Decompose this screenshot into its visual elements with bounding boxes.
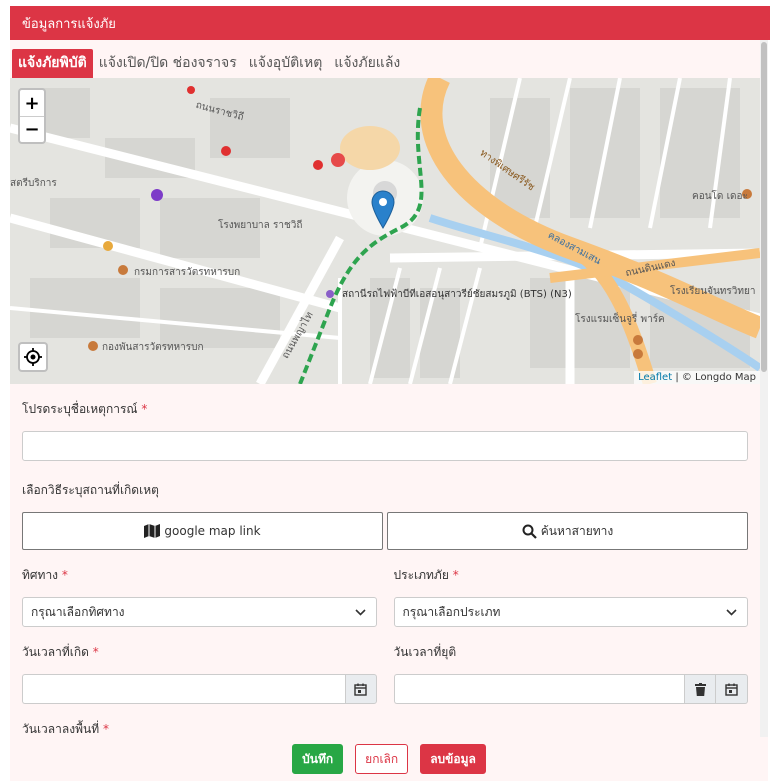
modal-body: แจ้งภัยพิบัติ แจ้งเปิด/ปิด ช่องจราจร แจ้… bbox=[10, 40, 768, 781]
calendar-icon bbox=[725, 683, 738, 696]
end-datetime-group bbox=[393, 674, 748, 704]
tab-bar: แจ้งภัยพิบัติ แจ้งเปิด/ปิด ช่องจราจร แจ้… bbox=[10, 40, 760, 78]
area-datetime-label: วันเวลาลงพื้นที่ * bbox=[22, 722, 109, 736]
tab-lane-open-close[interactable]: แจ้งเปิด/ปิด ช่องจราจร bbox=[93, 49, 243, 78]
scrollbar-thumb[interactable] bbox=[761, 42, 767, 372]
tab-drought[interactable]: แจ้งภัยแล้ง bbox=[328, 49, 406, 78]
map-label-school: โรงเรียนจันทรวิทยา bbox=[670, 286, 756, 297]
zoom-out-button[interactable]: − bbox=[20, 116, 44, 142]
direction-type-row: ทิศทาง * กรุณาเลือกทิศทาง ประเภทภัย * กร… bbox=[22, 550, 748, 627]
map-attribution: Leaflet | © Longdo Map bbox=[634, 371, 760, 384]
locate-me-button[interactable] bbox=[18, 342, 48, 372]
required-mark: * bbox=[61, 568, 68, 582]
map-label-dept: กรมการสารวัตรทหารบก bbox=[134, 267, 241, 278]
search-route-button[interactable]: ค้นหาสายทาง bbox=[387, 512, 748, 550]
google-map-link-button[interactable]: google map link bbox=[22, 512, 383, 550]
map-label-dept2: กองพันสารวัตรทหารบก bbox=[102, 342, 204, 353]
map-view[interactable]: ถนนราชวิถี สตรีบริการ โรงพยาบาล ราชวิถี … bbox=[10, 78, 760, 384]
crosshair-icon bbox=[24, 348, 42, 366]
required-mark: * bbox=[452, 568, 459, 582]
start-datetime-label: วันเวลาที่เกิด * bbox=[22, 645, 99, 659]
clear-end-datetime-button[interactable] bbox=[684, 674, 716, 704]
direction-label: ทิศทาง * bbox=[22, 568, 68, 582]
type-select[interactable]: กรุณาเลือกประเภท bbox=[393, 597, 748, 627]
required-mark: * bbox=[102, 722, 109, 736]
datetime-row: วันเวลาที่เกิด * วันเวลาที่ยุติ bbox=[22, 627, 748, 704]
start-calendar-button[interactable] bbox=[344, 674, 377, 704]
leaflet-link[interactable]: Leaflet bbox=[638, 372, 672, 383]
start-datetime-group bbox=[22, 674, 377, 704]
start-datetime-input[interactable] bbox=[22, 674, 345, 704]
location-method-buttons: google map link ค้นหาสายทาง bbox=[22, 512, 748, 550]
longdo-attribution: | © Longdo Map bbox=[672, 372, 756, 383]
location-method-label: เลือกวิธีระบุสถานที่เกิดเหตุ bbox=[22, 483, 159, 497]
end-datetime-label: วันเวลาที่ยุติ bbox=[393, 645, 457, 659]
required-mark: * bbox=[141, 402, 148, 416]
tab-disaster[interactable]: แจ้งภัยพิบัติ bbox=[12, 49, 93, 78]
map-label-condo: คอนโด เดอะ bbox=[692, 191, 748, 202]
chevron-down-icon bbox=[726, 608, 737, 616]
delete-button[interactable]: ลบข้อมูล bbox=[420, 744, 486, 774]
search-icon bbox=[522, 524, 537, 539]
save-button[interactable]: บันทึก bbox=[292, 744, 344, 774]
type-label: ประเภทภัย * bbox=[393, 568, 459, 582]
end-datetime-input[interactable] bbox=[393, 674, 684, 704]
report-modal: ข้อมูลการแจ้งภัย แจ้งภัยพิบัติ แจ้งเปิด/… bbox=[10, 6, 770, 781]
calendar-icon bbox=[354, 683, 367, 696]
scroll-area[interactable]: แจ้งภัยพิบัติ แจ้งเปิด/ปิด ช่องจราจร แจ้… bbox=[10, 40, 760, 737]
map-label-service: สตรีบริการ bbox=[10, 178, 57, 189]
map-label-hospital: โรงพยาบาล ราชวิถี bbox=[218, 220, 303, 231]
map-label-hotel: โรงแรมเซ็นจูรี่ พาร์ค bbox=[575, 314, 665, 325]
event-name-label: โปรดระบุชื่อเหตุการณ์ * bbox=[22, 402, 148, 416]
cancel-button[interactable]: ยกเลิก bbox=[355, 744, 409, 774]
map-tiles bbox=[10, 78, 760, 384]
end-calendar-button[interactable] bbox=[716, 674, 748, 704]
zoom-control: + − bbox=[18, 88, 46, 144]
vertical-scrollbar[interactable] bbox=[760, 40, 768, 737]
map-label-bts: สถานีรถไฟฟ้าบีทีเอสอนุสาวรีย์ชัยสมรภูมิ … bbox=[342, 289, 572, 300]
trash-icon bbox=[694, 682, 706, 696]
report-form: โปรดระบุชื่อเหตุการณ์ * เลือกวิธีระบุสถา… bbox=[10, 400, 760, 737]
tab-accident[interactable]: แจ้งอุบัติเหตุ bbox=[243, 49, 329, 78]
direction-select[interactable]: กรุณาเลือกทิศทาง bbox=[22, 597, 377, 627]
chevron-down-icon bbox=[354, 608, 366, 616]
modal-title: ข้อมูลการแจ้งภัย bbox=[22, 16, 116, 32]
event-name-input[interactable] bbox=[22, 431, 748, 461]
modal-header: ข้อมูลการแจ้งภัย bbox=[10, 6, 770, 40]
map-icon bbox=[144, 524, 161, 538]
zoom-in-button[interactable]: + bbox=[20, 90, 44, 116]
required-mark: * bbox=[92, 645, 99, 659]
modal-footer: บันทึก ยกเลิก ลบข้อมูล bbox=[10, 737, 768, 781]
